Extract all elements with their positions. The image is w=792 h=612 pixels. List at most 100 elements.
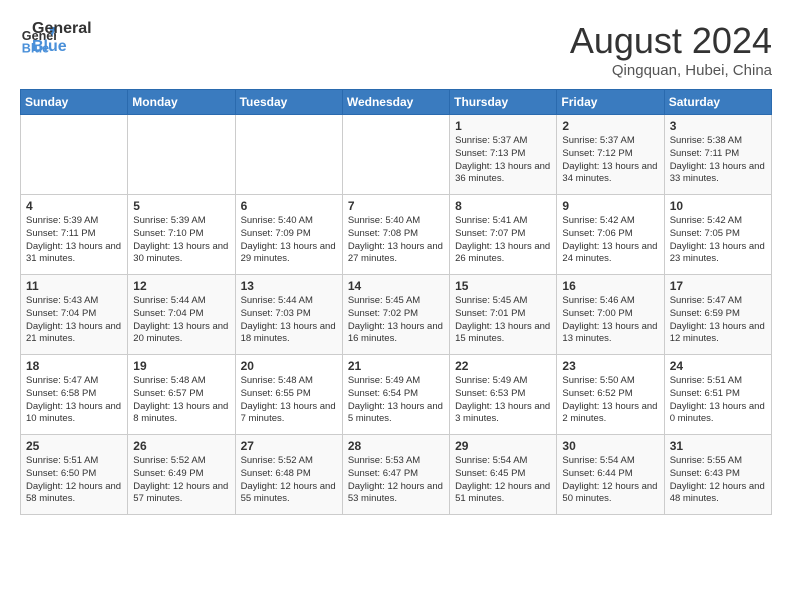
header-wednesday: Wednesday xyxy=(342,90,449,115)
day-info: Sunrise: 5:43 AM Sunset: 7:04 PM Dayligh… xyxy=(26,295,122,346)
day-info: Sunrise: 5:48 AM Sunset: 6:55 PM Dayligh… xyxy=(241,375,337,426)
day-info: Sunrise: 5:53 AM Sunset: 6:47 PM Dayligh… xyxy=(348,455,444,506)
calendar-cell: 31Sunrise: 5:55 AM Sunset: 6:43 PM Dayli… xyxy=(664,435,771,515)
calendar-week-5: 25Sunrise: 5:51 AM Sunset: 6:50 PM Dayli… xyxy=(21,435,772,515)
calendar-cell: 4 Sunrise: 5:39 AM Sunset: 7:11 PM Daylig… xyxy=(21,195,128,275)
calendar-cell: 15Sunrise: 5:45 AM Sunset: 7:01 PM Dayli… xyxy=(450,275,557,355)
day-info: Sunrise: 5:54 AM Sunset: 6:45 PM Dayligh… xyxy=(455,455,551,506)
title-block: August 2024 Qingquan, Hubei, China xyxy=(570,20,772,79)
day-info: Sunrise: 5:45 AM Sunset: 7:01 PM Dayligh… xyxy=(455,295,551,346)
calendar-week-4: 18 Sunrise: 5:47 AM Sunset: 6:58 PM Dayli… xyxy=(21,355,772,435)
day-number: 12 xyxy=(133,279,229,293)
day-info: Sunrise: 5:44 AM Sunset: 7:04 PM Dayligh… xyxy=(133,295,229,346)
logo: General Blue General Blue xyxy=(20,20,92,56)
day-info: Sunrise: 5:40 AM Sunset: 7:09 PM Dayligh… xyxy=(241,215,337,266)
day-info: Sunrise: 5:49 AM Sunset: 6:53 PM Dayligh… xyxy=(455,375,551,426)
day-info: Sunrise: 5:47 AM Sunset: 6:59 PM Dayligh… xyxy=(670,295,766,346)
day-info: Sunrise: 5:48 AM Sunset: 6:57 PM Dayligh… xyxy=(133,375,229,426)
day-number: 1 xyxy=(455,119,551,133)
day-number: 27 xyxy=(241,439,337,453)
day-info: Sunrise: 5:39 AM Sunset: 7:10 PM Dayligh… xyxy=(133,215,229,266)
day-number: 31 xyxy=(670,439,766,453)
calendar-cell: 28 Sunrise: 5:53 AM Sunset: 6:47 PM Dayli… xyxy=(342,435,449,515)
calendar-week-1: 1 Sunrise: 5:37 AM Sunset: 7:13 PM Daylig… xyxy=(21,115,772,195)
calendar-cell: 11 Sunrise: 5:43 AM Sunset: 7:04 PM Dayli… xyxy=(21,275,128,355)
calendar-cell: 7Sunrise: 5:40 AM Sunset: 7:08 PM Daylig… xyxy=(342,195,449,275)
calendar-cell: 16Sunrise: 5:46 AM Sunset: 7:00 PM Dayli… xyxy=(557,275,664,355)
header-saturday: Saturday xyxy=(664,90,771,115)
header-sunday: Sunday xyxy=(21,90,128,115)
calendar-cell: 24 Sunrise: 5:51 AM Sunset: 6:51 PM Dayli… xyxy=(664,355,771,435)
calendar-cell: 27 Sunrise: 5:52 AM Sunset: 6:48 PM Dayli… xyxy=(235,435,342,515)
day-number: 22 xyxy=(455,359,551,373)
calendar-cell: 26 Sunrise: 5:52 AM Sunset: 6:49 PM Dayli… xyxy=(128,435,235,515)
location-subtitle: Qingquan, Hubei, China xyxy=(570,62,772,79)
day-number: 14 xyxy=(348,279,444,293)
calendar-cell: 19 Sunrise: 5:48 AM Sunset: 6:57 PM Dayli… xyxy=(128,355,235,435)
calendar-cell: 10 Sunrise: 5:42 AM Sunset: 7:05 PM Dayli… xyxy=(664,195,771,275)
calendar-cell: 6 Sunrise: 5:40 AM Sunset: 7:09 PM Daylig… xyxy=(235,195,342,275)
calendar-cell: 30 Sunrise: 5:54 AM Sunset: 6:44 PM Dayli… xyxy=(557,435,664,515)
calendar-cell: 21 Sunrise: 5:49 AM Sunset: 6:54 PM Dayli… xyxy=(342,355,449,435)
day-info: Sunrise: 5:40 AM Sunset: 7:08 PM Dayligh… xyxy=(348,215,444,266)
day-number: 23 xyxy=(562,359,658,373)
day-info: Sunrise: 5:45 AM Sunset: 7:02 PM Dayligh… xyxy=(348,295,444,346)
day-number: 29 xyxy=(455,439,551,453)
day-number: 19 xyxy=(133,359,229,373)
calendar-cell xyxy=(128,115,235,195)
day-number: 9 xyxy=(562,199,658,213)
calendar-cell: 29 Sunrise: 5:54 AM Sunset: 6:45 PM Dayli… xyxy=(450,435,557,515)
calendar-cell: 23Sunrise: 5:50 AM Sunset: 6:52 PM Dayli… xyxy=(557,355,664,435)
calendar-cell: 8Sunrise: 5:41 AM Sunset: 7:07 PM Daylig… xyxy=(450,195,557,275)
day-info: Sunrise: 5:54 AM Sunset: 6:44 PM Dayligh… xyxy=(562,455,658,506)
day-number: 10 xyxy=(670,199,766,213)
day-info: Sunrise: 5:51 AM Sunset: 6:51 PM Dayligh… xyxy=(670,375,766,426)
day-info: Sunrise: 5:49 AM Sunset: 6:54 PM Dayligh… xyxy=(348,375,444,426)
calendar-header-row: SundayMondayTuesdayWednesdayThursdayFrid… xyxy=(21,90,772,115)
day-info: Sunrise: 5:44 AM Sunset: 7:03 PM Dayligh… xyxy=(241,295,337,346)
day-info: Sunrise: 5:37 AM Sunset: 7:12 PM Dayligh… xyxy=(562,135,658,186)
header-tuesday: Tuesday xyxy=(235,90,342,115)
day-number: 2 xyxy=(562,119,658,133)
calendar-cell: 18 Sunrise: 5:47 AM Sunset: 6:58 PM Dayli… xyxy=(21,355,128,435)
calendar-week-3: 11 Sunrise: 5:43 AM Sunset: 7:04 PM Dayli… xyxy=(21,275,772,355)
day-number: 17 xyxy=(670,279,766,293)
calendar-cell: 13Sunrise: 5:44 AM Sunset: 7:03 PM Dayli… xyxy=(235,275,342,355)
page-header: General Blue General Blue August 2024 Qi… xyxy=(20,20,772,79)
header-monday: Monday xyxy=(128,90,235,115)
calendar-cell xyxy=(342,115,449,195)
day-number: 28 xyxy=(348,439,444,453)
day-info: Sunrise: 5:38 AM Sunset: 7:11 PM Dayligh… xyxy=(670,135,766,186)
day-info: Sunrise: 5:52 AM Sunset: 6:48 PM Dayligh… xyxy=(241,455,337,506)
header-friday: Friday xyxy=(557,90,664,115)
calendar-table: SundayMondayTuesdayWednesdayThursdayFrid… xyxy=(20,89,772,515)
day-info: Sunrise: 5:42 AM Sunset: 7:06 PM Dayligh… xyxy=(562,215,658,266)
calendar-cell: 17 Sunrise: 5:47 AM Sunset: 6:59 PM Dayli… xyxy=(664,275,771,355)
day-number: 24 xyxy=(670,359,766,373)
day-number: 26 xyxy=(133,439,229,453)
calendar-cell: 9 Sunrise: 5:42 AM Sunset: 7:06 PM Daylig… xyxy=(557,195,664,275)
calendar-week-2: 4 Sunrise: 5:39 AM Sunset: 7:11 PM Daylig… xyxy=(21,195,772,275)
day-number: 20 xyxy=(241,359,337,373)
calendar-cell xyxy=(21,115,128,195)
calendar-cell: 25Sunrise: 5:51 AM Sunset: 6:50 PM Dayli… xyxy=(21,435,128,515)
day-number: 5 xyxy=(133,199,229,213)
day-number: 21 xyxy=(348,359,444,373)
day-number: 30 xyxy=(562,439,658,453)
calendar-cell: 5 Sunrise: 5:39 AM Sunset: 7:10 PM Daylig… xyxy=(128,195,235,275)
calendar-cell: 14 Sunrise: 5:45 AM Sunset: 7:02 PM Dayli… xyxy=(342,275,449,355)
calendar-cell: 1 Sunrise: 5:37 AM Sunset: 7:13 PM Daylig… xyxy=(450,115,557,195)
day-info: Sunrise: 5:37 AM Sunset: 7:13 PM Dayligh… xyxy=(455,135,551,186)
day-info: Sunrise: 5:52 AM Sunset: 6:49 PM Dayligh… xyxy=(133,455,229,506)
day-info: Sunrise: 5:42 AM Sunset: 7:05 PM Dayligh… xyxy=(670,215,766,266)
day-number: 3 xyxy=(670,119,766,133)
day-number: 16 xyxy=(562,279,658,293)
day-number: 11 xyxy=(26,279,122,293)
day-info: Sunrise: 5:47 AM Sunset: 6:58 PM Dayligh… xyxy=(26,375,122,426)
day-info: Sunrise: 5:39 AM Sunset: 7:11 PM Dayligh… xyxy=(26,215,122,266)
calendar-cell xyxy=(235,115,342,195)
logo-general: General xyxy=(32,20,92,38)
day-number: 18 xyxy=(26,359,122,373)
day-number: 6 xyxy=(241,199,337,213)
day-number: 4 xyxy=(26,199,122,213)
